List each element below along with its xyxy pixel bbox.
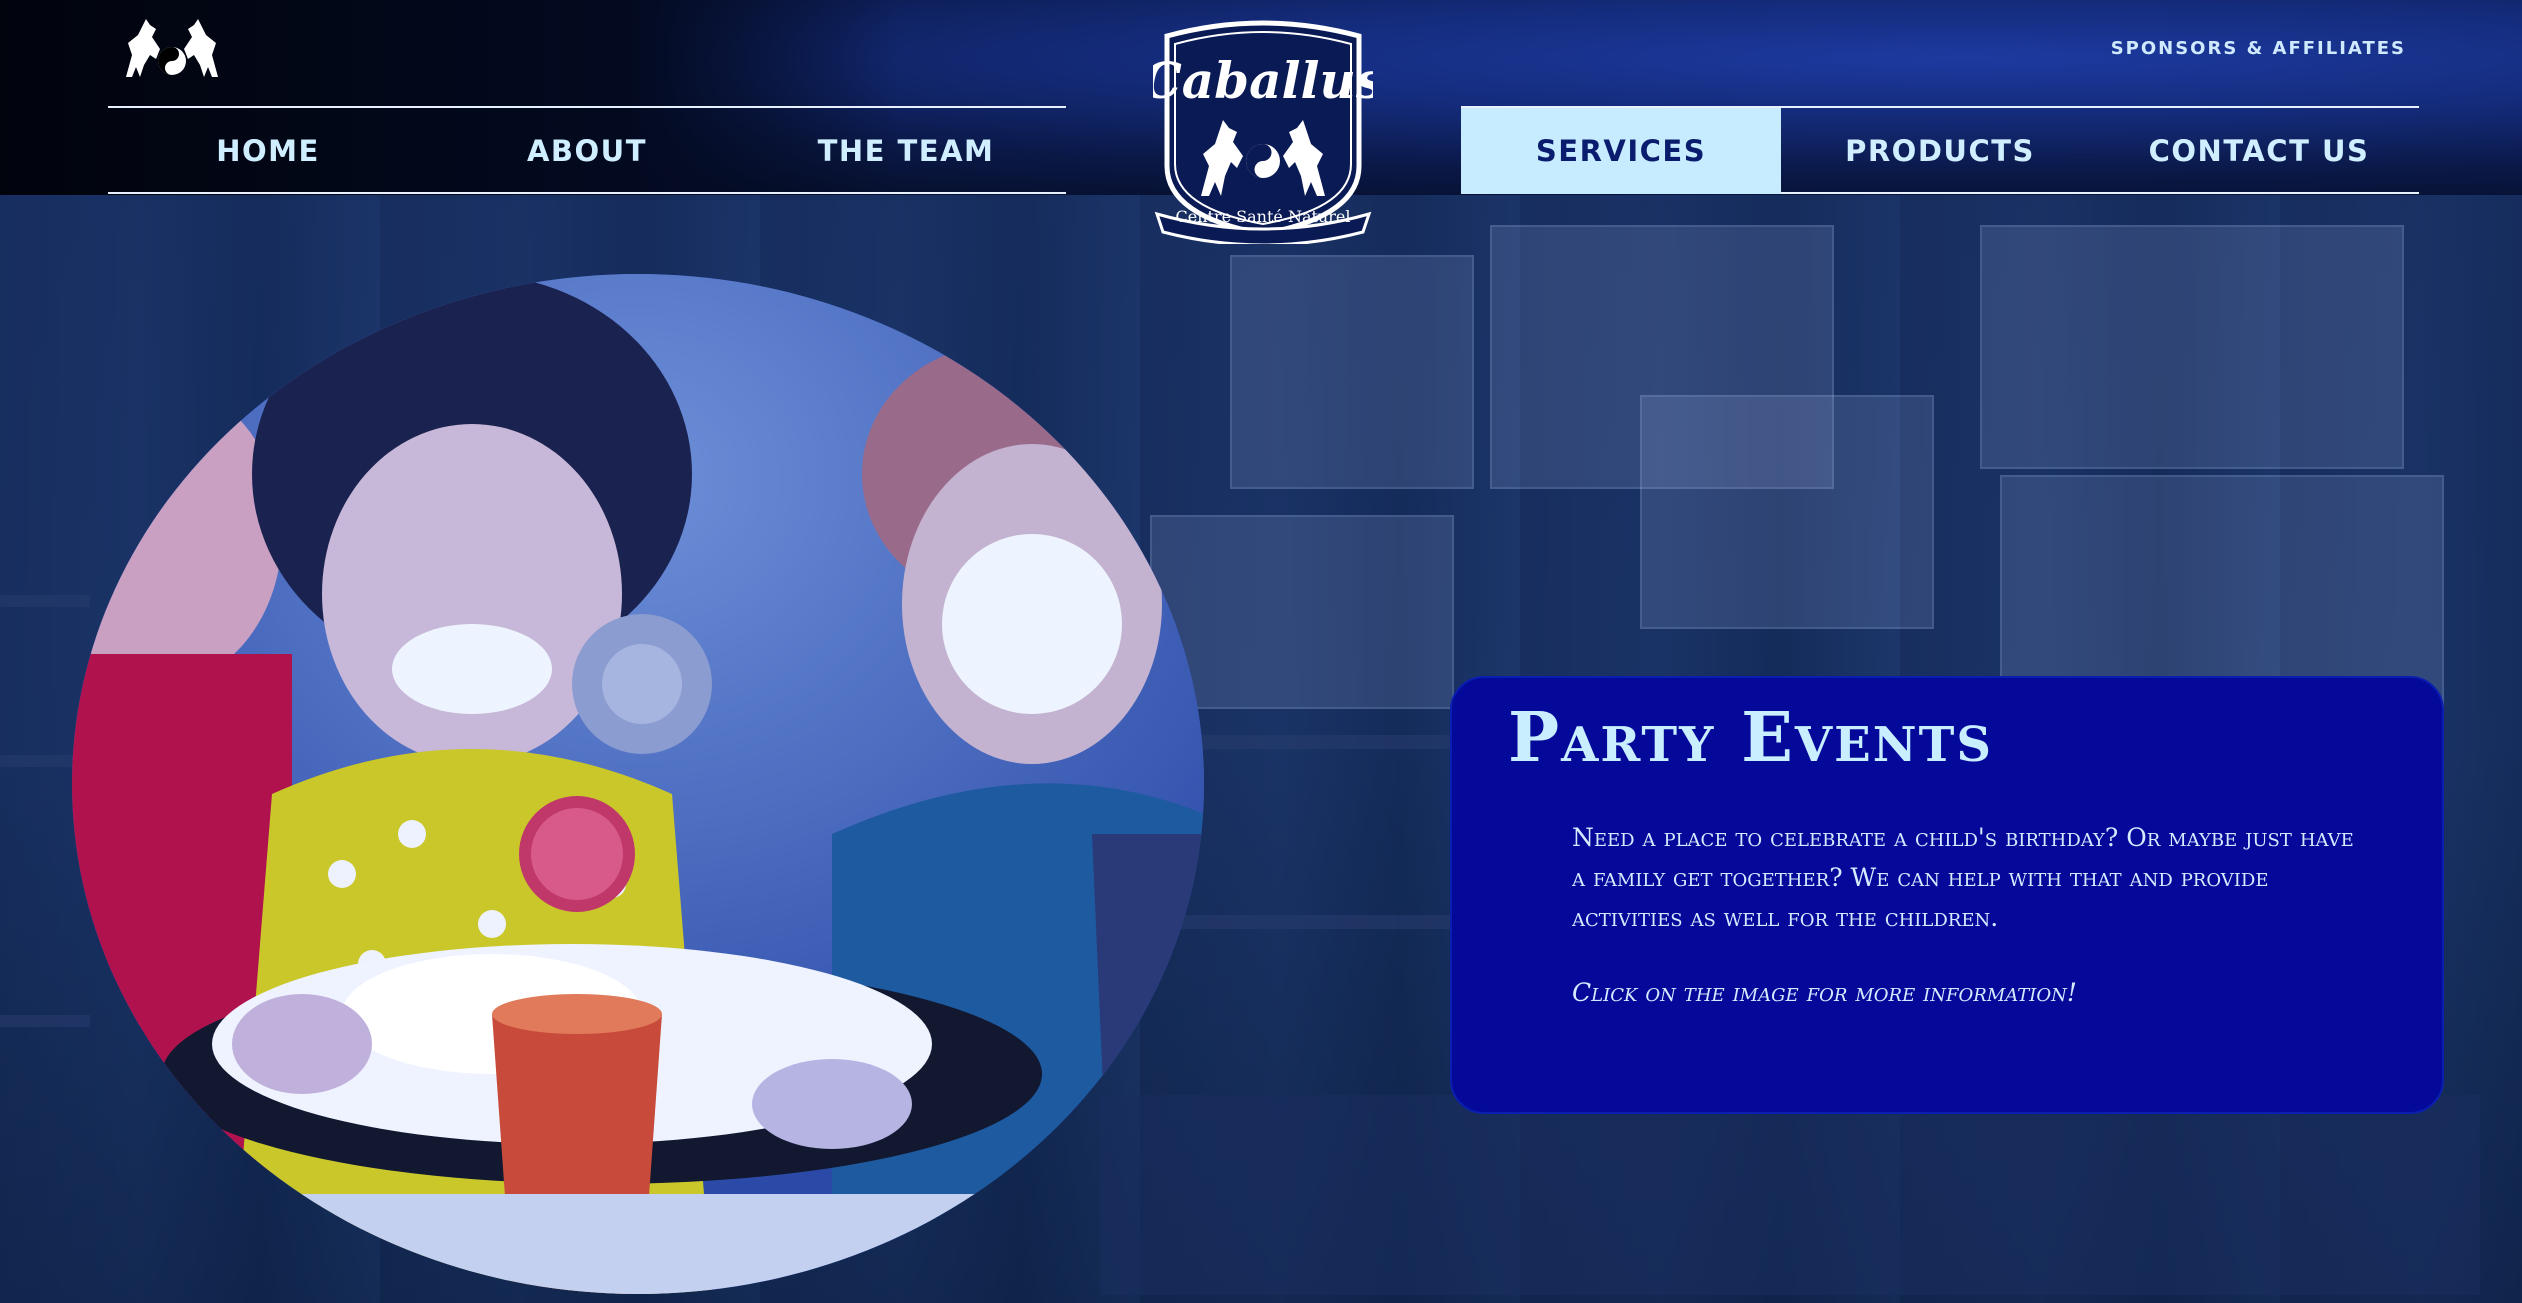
nav-the-team[interactable]: THE TEAM: [746, 108, 1066, 194]
panel-title: Party Events: [1508, 698, 1993, 778]
nav-contact-us[interactable]: CONTACT US: [2099, 108, 2419, 194]
caballus-crest-logo[interactable]: Caballus Centre Santé Naturel: [1153, 16, 1373, 244]
bg-poster: [1150, 515, 1454, 709]
bg-counter: [1100, 1095, 2480, 1295]
nav-home[interactable]: HOME: [108, 108, 428, 194]
panel-cta: Click on the image for more information!: [1572, 978, 2077, 1007]
panel-body: Need a place to celebrate a child's birt…: [1572, 823, 2354, 932]
bg-poster: [1230, 255, 1474, 489]
nav-services[interactable]: SERVICES: [1461, 108, 1781, 194]
nav-about[interactable]: ABOUT: [428, 108, 746, 194]
bg-shelf: [0, 595, 90, 607]
crest-brand-text: Caballus: [1153, 51, 1373, 110]
nav-products[interactable]: PRODUCTS: [1781, 108, 2099, 194]
party-photo-art: [72, 274, 1204, 1294]
bg-shelf: [0, 1015, 90, 1027]
crest-tagline: Centre Santé Naturel: [1176, 207, 1351, 226]
sponsors-affiliates-link[interactable]: SPONSORS & AFFILIATES: [2111, 38, 2406, 59]
horses-yin-yang-icon[interactable]: [120, 15, 224, 85]
bg-poster: [1980, 225, 2404, 469]
party-events-panel: Party Events Need a place to celebrate a…: [1450, 676, 2444, 1114]
party-photo[interactable]: [72, 274, 1204, 1294]
bg-poster: [1640, 395, 1934, 629]
